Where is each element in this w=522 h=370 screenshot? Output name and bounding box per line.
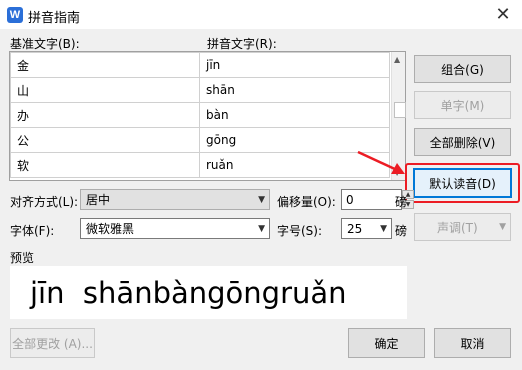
change-all-button[interactable]: 全部更改 (A)... — [10, 328, 95, 358]
offset-unit: 磅 — [395, 195, 408, 209]
offset-label: 偏移量(O): — [277, 195, 336, 209]
base-cell[interactable]: 软 — [10, 152, 200, 178]
font-value: 微软雅黑 — [86, 222, 135, 236]
window-title: 拼音指南 — [28, 11, 81, 26]
pinyin-grid: 金 jīn 山 shān 办 bàn 公 gōng 软 ruǎn — [9, 51, 406, 181]
delete-all-button[interactable]: 全部删除(V) — [414, 128, 511, 156]
align-label: 对齐方式(L): — [10, 195, 79, 209]
table-row: 山 shān — [10, 77, 390, 103]
close-icon[interactable]: ✕ — [488, 3, 518, 27]
preview-text: jīn shānbàngōngruǎn — [30, 275, 347, 310]
single-char-button[interactable]: 单字(M) — [414, 91, 511, 119]
annotation-highlight-box — [405, 163, 520, 203]
table-row: 软 ruǎn — [10, 152, 390, 178]
table-row: 办 bàn — [10, 102, 390, 128]
offset-value: 0 — [346, 192, 354, 207]
chevron-down-icon: ▼ — [380, 223, 387, 234]
base-cell[interactable]: 金 — [10, 52, 200, 78]
base-cell[interactable]: 办 — [10, 102, 200, 128]
chevron-down-icon: ▼ — [258, 194, 265, 205]
annotation-arrow-icon — [357, 150, 405, 174]
font-label: 字体(F): — [10, 224, 55, 238]
base-cell[interactable]: 山 — [10, 77, 200, 103]
size-select[interactable]: 25 ▼ — [341, 218, 392, 239]
offset-input[interactable]: 0 — [341, 189, 402, 210]
preview-label: 预览 — [10, 251, 35, 265]
size-label: 字号(S): — [277, 224, 323, 238]
tone-label: 声调(T) — [437, 220, 478, 235]
base-text-header: 基准文字(B): — [10, 37, 80, 51]
table-row: 金 jīn — [10, 52, 390, 78]
app-icon: W — [7, 7, 23, 23]
align-select[interactable]: 居中 ▼ — [80, 189, 270, 210]
chevron-down-icon: ▼ — [499, 222, 506, 232]
pinyin-cell[interactable]: jīn — [199, 52, 390, 78]
align-value: 居中 — [86, 193, 111, 207]
combine-button[interactable]: 组合(G) — [414, 55, 511, 83]
pinyin-text-header: 拼音文字(R): — [207, 37, 277, 51]
pinyin-cell[interactable]: shān — [199, 77, 390, 103]
scroll-thumb[interactable] — [394, 102, 406, 118]
table-row: 公 gōng — [10, 127, 390, 153]
scroll-up-icon[interactable]: ▲ — [394, 55, 400, 64]
tone-dropdown[interactable]: 声调(T) ▼ — [414, 213, 511, 241]
size-unit: 磅 — [395, 224, 408, 238]
preview-area: jīn shānbàngōngruǎn — [10, 266, 407, 319]
cancel-button[interactable]: 取消 — [434, 328, 511, 358]
chevron-down-icon: ▼ — [258, 223, 265, 234]
ok-button[interactable]: 确定 — [348, 328, 425, 358]
base-cell[interactable]: 公 — [10, 127, 200, 153]
font-select[interactable]: 微软雅黑 ▼ — [80, 218, 270, 239]
pinyin-cell[interactable]: bàn — [199, 102, 390, 128]
size-value: 25 — [347, 221, 363, 236]
